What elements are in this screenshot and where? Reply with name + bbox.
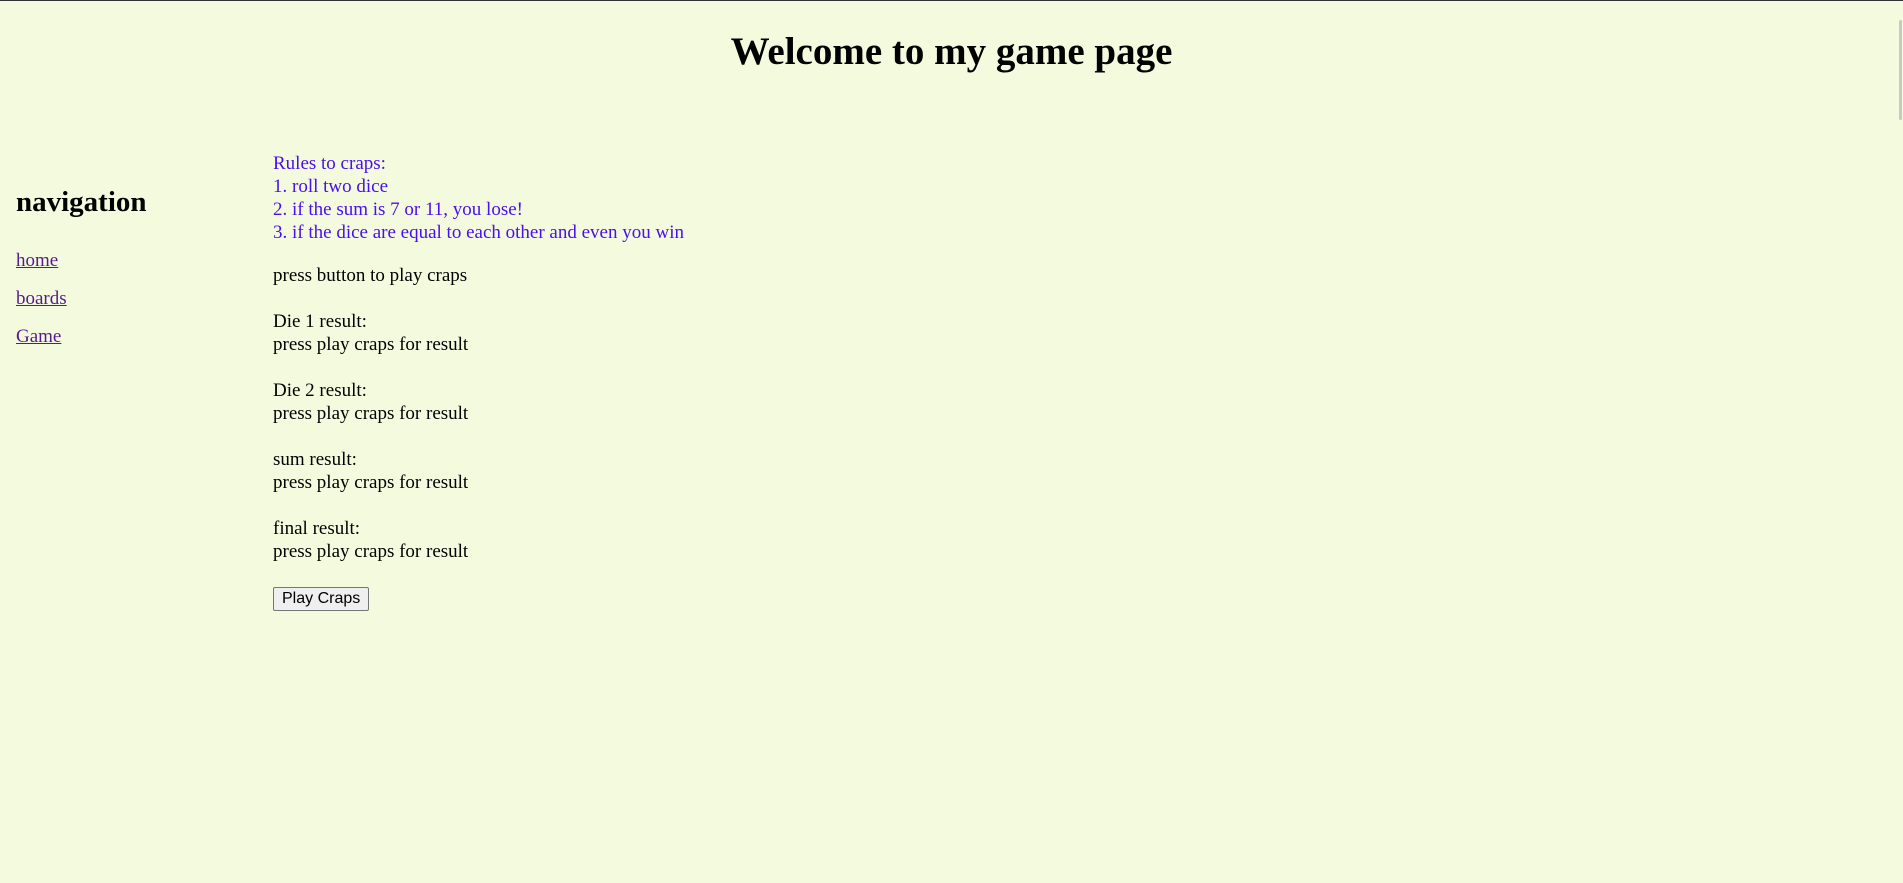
page-title: Welcome to my game page bbox=[730, 30, 1173, 73]
main-content: Rules to craps: 1. roll two dice 2. if t… bbox=[273, 152, 1173, 611]
sum-result: sum result: press play craps for result bbox=[273, 448, 1173, 494]
sum-label: sum result: bbox=[273, 449, 357, 470]
nav-link-game[interactable]: Game bbox=[16, 326, 236, 348]
navigation-heading: navigation bbox=[16, 186, 147, 218]
nav-link-home[interactable]: home bbox=[16, 250, 236, 272]
final-result: final result: press play craps for resul… bbox=[273, 517, 1173, 563]
navigation-sidebar: navigation home boards Game bbox=[16, 180, 236, 364]
rule-item: 3. if the dice are equal to each other a… bbox=[273, 222, 684, 243]
die2-value: press play craps for result bbox=[273, 403, 469, 424]
die2-result: Die 2 result: press play craps for resul… bbox=[273, 379, 1173, 425]
play-prompt: press button to play craps bbox=[273, 265, 468, 286]
die1-label: Die 1 result: bbox=[273, 311, 367, 332]
final-value: press play craps for result bbox=[273, 541, 469, 562]
die2-label: Die 2 result: bbox=[273, 380, 367, 401]
play-craps-button[interactable]: Play Craps bbox=[273, 587, 370, 611]
rule-item: 1. roll two dice bbox=[273, 176, 389, 197]
nav-link-boards[interactable]: boards bbox=[16, 288, 236, 310]
rule-item: 2. if the sum is 7 or 11, you lose! bbox=[273, 199, 523, 220]
window-top-border bbox=[0, 0, 1903, 1]
die1-result: Die 1 result: press play craps for resul… bbox=[273, 310, 1173, 356]
sum-value: press play craps for result bbox=[273, 472, 469, 493]
page-scrollbar[interactable] bbox=[1897, 0, 1903, 883]
die1-value: press play craps for result bbox=[273, 334, 469, 355]
craps-rules: Rules to craps: 1. roll two dice 2. if t… bbox=[273, 152, 1173, 244]
scrollbar-thumb[interactable] bbox=[1899, 20, 1902, 120]
final-label: final result: bbox=[273, 518, 361, 539]
rules-title: Rules to craps: bbox=[273, 153, 386, 174]
